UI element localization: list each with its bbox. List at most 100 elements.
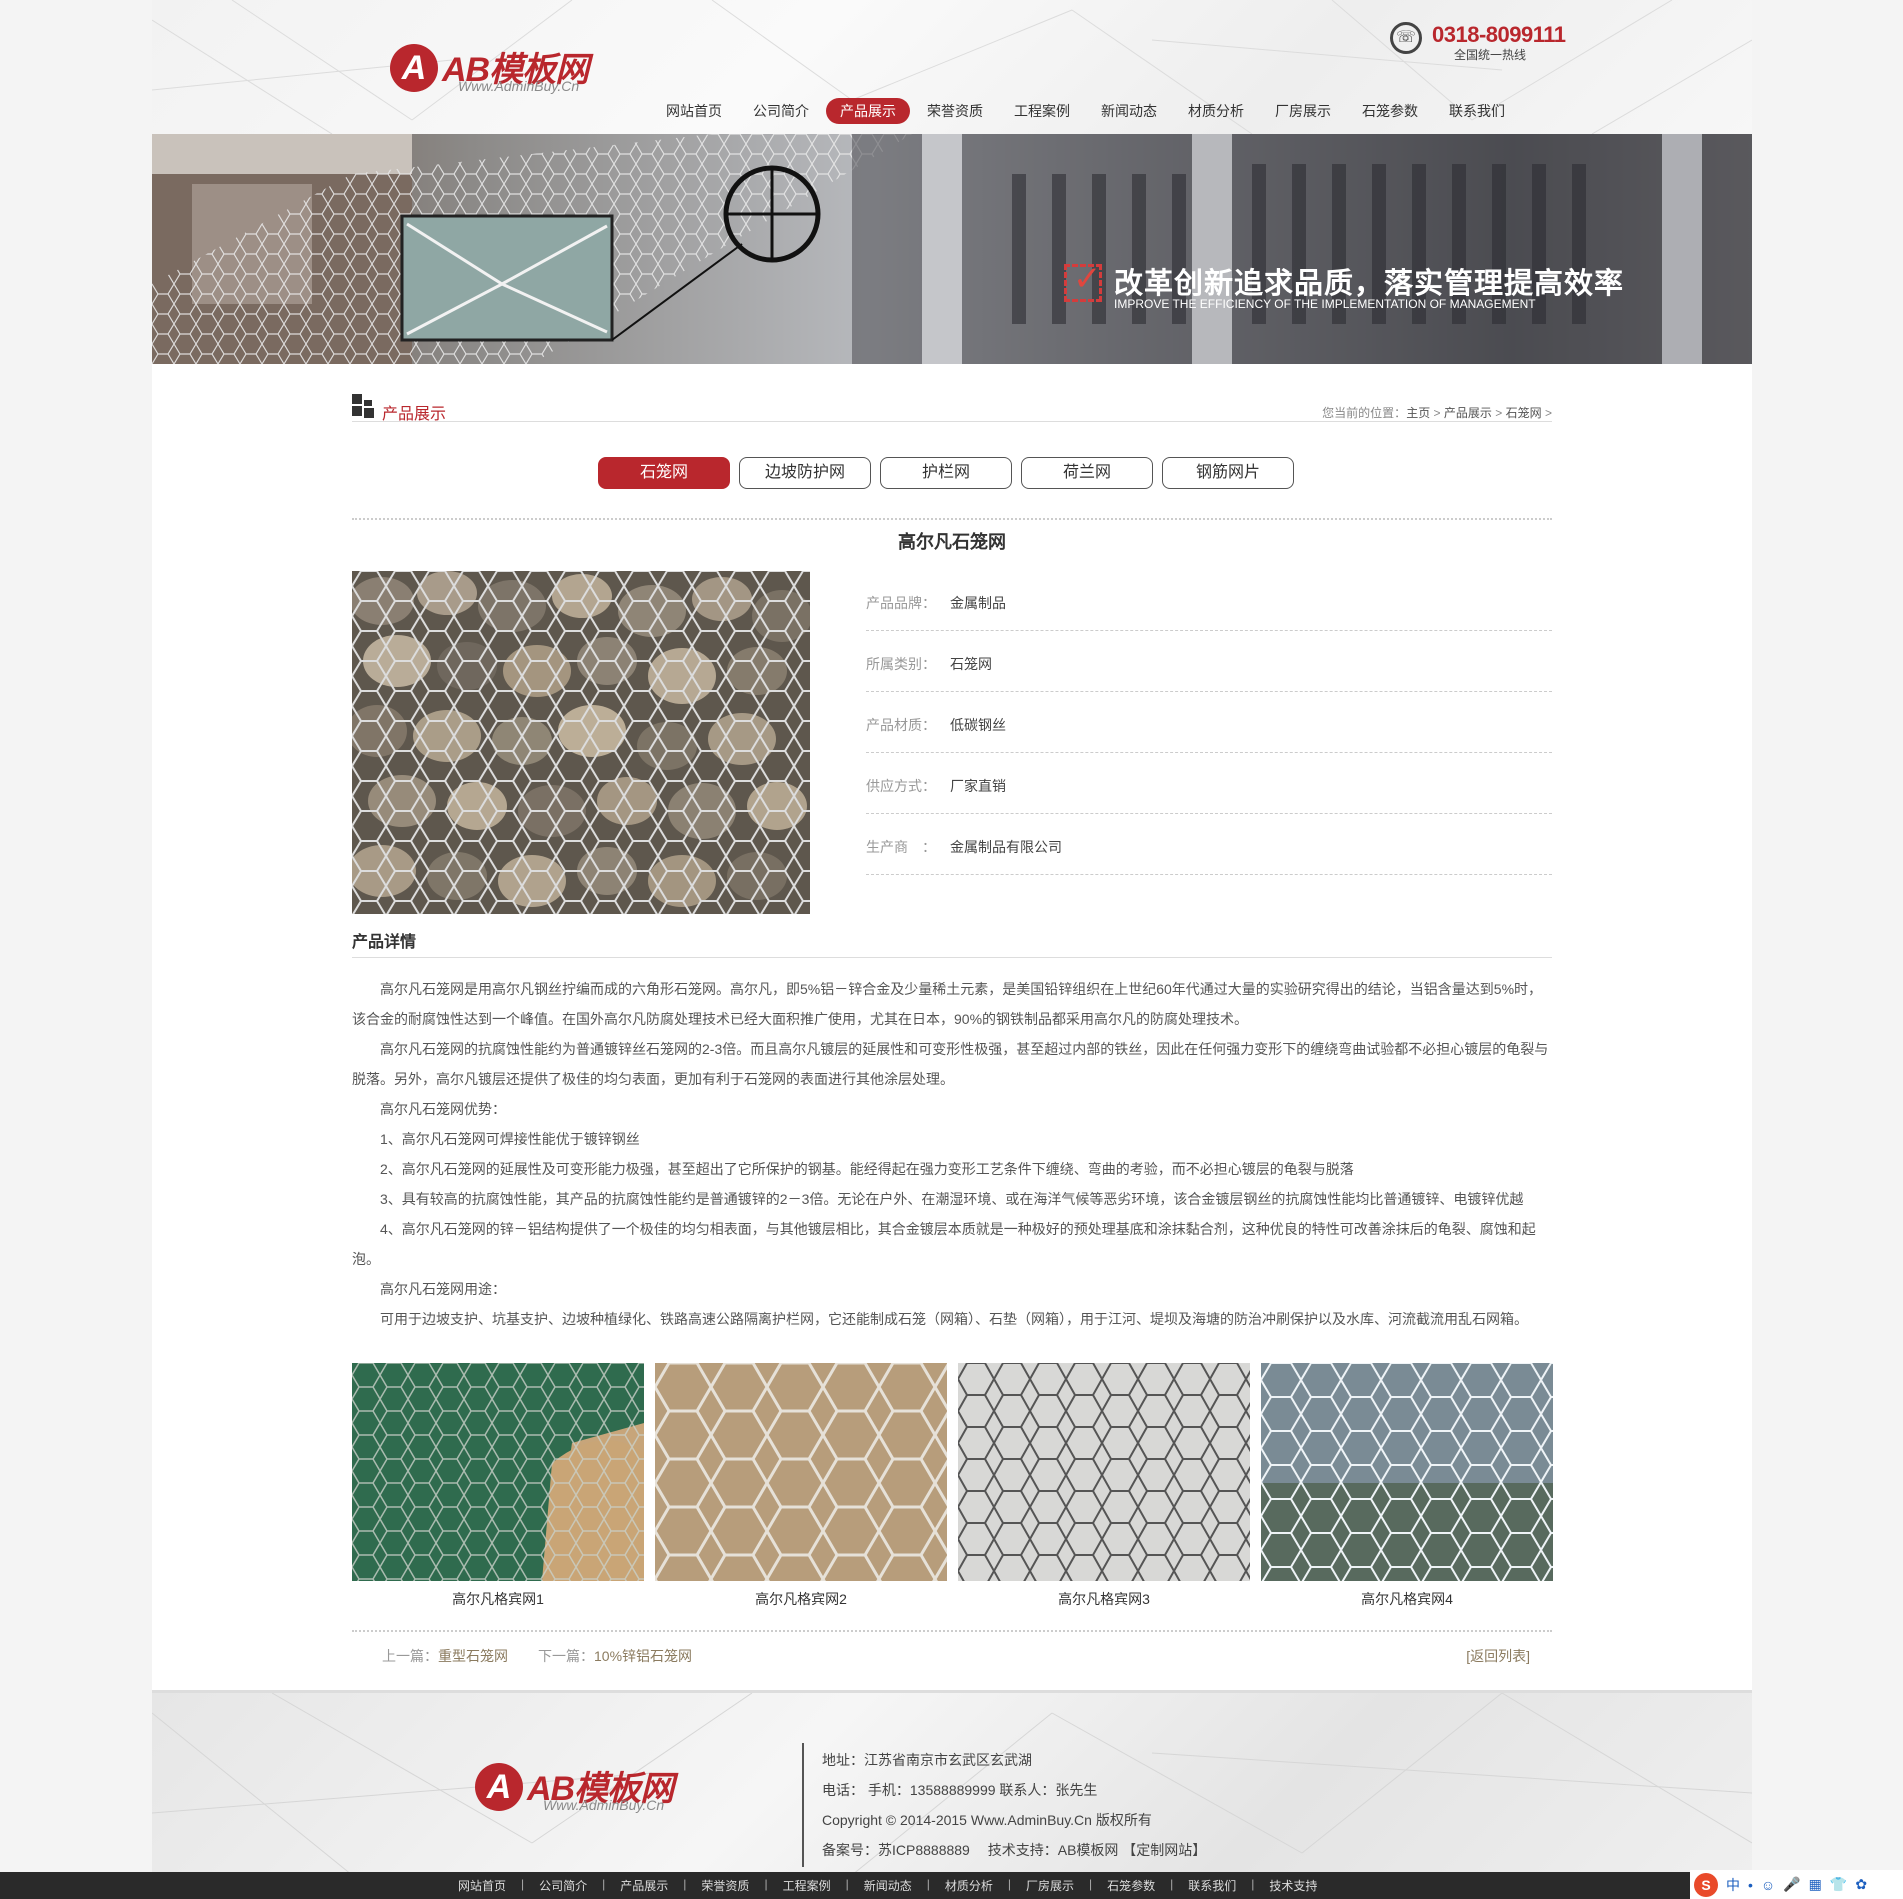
ime-punctuation-icon[interactable]: •: [1748, 1877, 1753, 1893]
nav-item-params[interactable]: 石笼参数: [1348, 98, 1432, 124]
breadcrumb-gabion[interactable]: 石笼网: [1506, 406, 1542, 420]
mesh-outdoor-image: [1261, 1363, 1553, 1581]
attribute-key: 生产商 ：: [866, 839, 936, 855]
gallery-item[interactable]: 高尔凡格宾网4: [1261, 1363, 1553, 1609]
ime-tools-icon[interactable]: ✿: [1855, 1876, 1867, 1893]
gallery-caption[interactable]: 高尔凡格宾网4: [1261, 1589, 1553, 1609]
nav-item-products[interactable]: 产品展示: [826, 98, 910, 124]
nav-item-about[interactable]: 公司简介: [739, 98, 823, 124]
bottom-nav-item[interactable]: 产品展示: [620, 1877, 668, 1894]
attribute-key: 所属类别：: [866, 656, 936, 672]
gallery-image[interactable]: [958, 1363, 1250, 1581]
hotline-label: 全国统一热线: [1454, 48, 1527, 62]
section-header: 产品展示 您当前的位置：主页 > 产品展示 > 石笼网 >: [352, 392, 1552, 423]
footer-phone: 电话： 手机：13588889999 联系人：张先生: [822, 1782, 1098, 1798]
gallery-item[interactable]: 高尔凡格宾网2: [655, 1363, 947, 1609]
gallery-image[interactable]: [1261, 1363, 1553, 1581]
category-tab-holland[interactable]: 荷兰网: [1021, 457, 1153, 489]
detail-paragraph: 2、高尔凡石笼网的延展性及可变形能力极强，甚至超出了它所保护的钢基。能经得起在强…: [380, 1161, 1354, 1177]
phone-icon: ☏: [1390, 22, 1422, 54]
bottom-nav-item[interactable]: 新闻动态: [864, 1877, 912, 1894]
nav-item-honors[interactable]: 荣誉资质: [913, 98, 997, 124]
breadcrumb-products[interactable]: 产品展示: [1444, 406, 1492, 420]
attribute-row-brand: 产品品牌： 金属制品: [866, 570, 1552, 631]
separator: |: [845, 1877, 849, 1891]
back-to-list-link[interactable]: [返回列表]: [1466, 1646, 1530, 1666]
ime-logo-icon[interactable]: S: [1694, 1872, 1718, 1897]
gallery-item[interactable]: 高尔凡格宾网1: [352, 1363, 644, 1609]
product-main-image[interactable]: [352, 571, 810, 914]
prev-article[interactable]: 上一篇：重型石笼网: [382, 1646, 508, 1666]
product-gallery: 高尔凡格宾网1 高尔凡格宾网2 高尔凡格宾网3 高尔凡格宾网4: [352, 1363, 1553, 1609]
divider: [352, 518, 1552, 520]
bottom-nav-item[interactable]: 荣誉资质: [701, 1877, 749, 1894]
site-logo[interactable]: A AB模板网 Www.AdminBuy.Cn: [390, 40, 620, 100]
gallery-caption[interactable]: 高尔凡格宾网1: [352, 1589, 644, 1609]
gallery-item[interactable]: 高尔凡格宾网3: [958, 1363, 1250, 1609]
bottom-nav-item[interactable]: 工程案例: [783, 1877, 831, 1894]
bottom-nav-item[interactable]: 联系我们: [1188, 1877, 1236, 1894]
next-article[interactable]: 下一篇：10%锌铝石笼网: [538, 1646, 692, 1666]
mesh-close-up-image: [958, 1363, 1250, 1581]
bottom-nav-item[interactable]: 公司简介: [539, 1877, 587, 1894]
prev-article-link[interactable]: 重型石笼网: [438, 1648, 508, 1664]
nav-item-contact[interactable]: 联系我们: [1435, 98, 1519, 124]
hotline-number: 0318-8099111: [1432, 22, 1566, 47]
breadcrumb-home[interactable]: 主页: [1406, 406, 1430, 420]
banner-subtitle: IMPROVE THE EFFICIENCY OF THE IMPLEMENTA…: [1114, 297, 1536, 311]
gallery-image[interactable]: [352, 1363, 644, 1581]
bottom-nav: 网站首页 | 公司简介 | 产品展示 | 荣誉资质 | 工程案例 | 新闻动态 | 材质分析…: [458, 1877, 1317, 1894]
bottom-nav-item[interactable]: 网站首页: [458, 1877, 506, 1894]
site-header: A AB模板网 Www.AdminBuy.Cn ☏ 0318-8099111 全…: [152, 0, 1752, 134]
gallery-caption[interactable]: 高尔凡格宾网2: [655, 1589, 947, 1609]
detail-paragraph: 可用于边坡支护、坑基支护、边坡种植绿化、铁路高速公路隔离护栏网，它还能制成石笼（…: [380, 1311, 1528, 1327]
bottom-nav-item[interactable]: 厂房展示: [1026, 1877, 1074, 1894]
separator: |: [602, 1877, 606, 1891]
checkbox-icon: ✓: [1064, 260, 1102, 302]
detail-paragraph: 3、具有较高的抗腐蚀性能，其产品的抗腐蚀性能约是普通镀锌的2－3倍。无论在户外、…: [380, 1191, 1524, 1207]
breadcrumb-prefix: 您当前的位置：: [1322, 406, 1407, 420]
category-tab-guardrail[interactable]: 护栏网: [880, 457, 1012, 489]
category-tab-rebar[interactable]: 钢筋网片: [1162, 457, 1294, 489]
nav-item-factory[interactable]: 厂房展示: [1261, 98, 1345, 124]
mesh-on-sand-image: [655, 1363, 947, 1581]
footer-divider: [802, 1743, 804, 1867]
category-tab-slope[interactable]: 边坡防护网: [739, 457, 871, 489]
ime-skin-icon[interactable]: 👕: [1830, 1876, 1847, 1893]
detail-paragraph: 高尔凡石笼网用途：: [380, 1281, 506, 1297]
banner-illustration: [152, 134, 1752, 364]
next-label: 下一篇：: [538, 1648, 594, 1664]
attribute-value: 厂家直销: [950, 778, 1006, 794]
attribute-key: 产品材质：: [866, 717, 936, 733]
attribute-key: 供应方式：: [866, 778, 936, 794]
next-article-link[interactable]: 10%锌铝石笼网: [594, 1648, 692, 1664]
ime-keyboard-icon[interactable]: ▦: [1809, 1876, 1822, 1893]
bottom-nav-bar: 网站首页 | 公司简介 | 产品展示 | 荣誉资质 | 工程案例 | 新闻动态 | 材质分析…: [0, 1872, 1903, 1899]
category-tab-gabion[interactable]: 石笼网: [598, 457, 730, 489]
gallery-caption[interactable]: 高尔凡格宾网3: [958, 1589, 1250, 1609]
ime-emoji-icon[interactable]: ☺: [1761, 1877, 1775, 1893]
ime-voice-icon[interactable]: 🎤: [1783, 1876, 1800, 1893]
nav-item-news[interactable]: 新闻动态: [1087, 98, 1171, 124]
detail-content: 高尔凡石笼网是用高尔凡钢丝拧编而成的六角形石笼网。高尔凡，即5%铝－锌合金及少量…: [352, 974, 1552, 1334]
gabion-green-image: [352, 1363, 644, 1581]
breadcrumb-separator: >: [1544, 406, 1552, 420]
attribute-row-material: 产品材质： 低碳钢丝: [866, 692, 1552, 753]
hotline: ☏ 0318-8099111 全国统一热线: [1390, 20, 1570, 64]
nav-item-cases[interactable]: 工程案例: [1000, 98, 1084, 124]
footer-copyright: Copyright © 2014-2015 Www.AdminBuy.Cn 版权…: [822, 1812, 1152, 1828]
footer-icp[interactable]: 备案号：苏ICP8888889 技术支持：AB模板网 【定制网站】: [822, 1835, 1206, 1865]
nav-item-materials[interactable]: 材质分析: [1174, 98, 1258, 124]
detail-paragraph: 高尔凡石笼网优势：: [380, 1101, 506, 1117]
ime-language-toggle[interactable]: 中: [1726, 1875, 1740, 1895]
nav-item-home[interactable]: 网站首页: [652, 98, 736, 124]
bottom-nav-item[interactable]: 材质分析: [945, 1877, 993, 1894]
gallery-image[interactable]: [655, 1363, 947, 1581]
attribute-row-manufacturer: 生产商 ： 金属制品有限公司: [866, 814, 1552, 875]
attribute-row-category: 所属类别： 石笼网: [866, 631, 1552, 692]
footer-contact-info: 地址：江苏省南京市玄武区玄武湖 电话： 手机：13588889999 联系人：张…: [822, 1745, 1206, 1865]
bottom-nav-item[interactable]: 技术支持: [1269, 1877, 1317, 1894]
footer-logo[interactable]: A AB模板网 Www.AdminBuy.Cn: [475, 1759, 705, 1819]
bottom-nav-item[interactable]: 石笼参数: [1107, 1877, 1155, 1894]
logo-url: Www.AdminBuy.Cn: [458, 78, 580, 94]
